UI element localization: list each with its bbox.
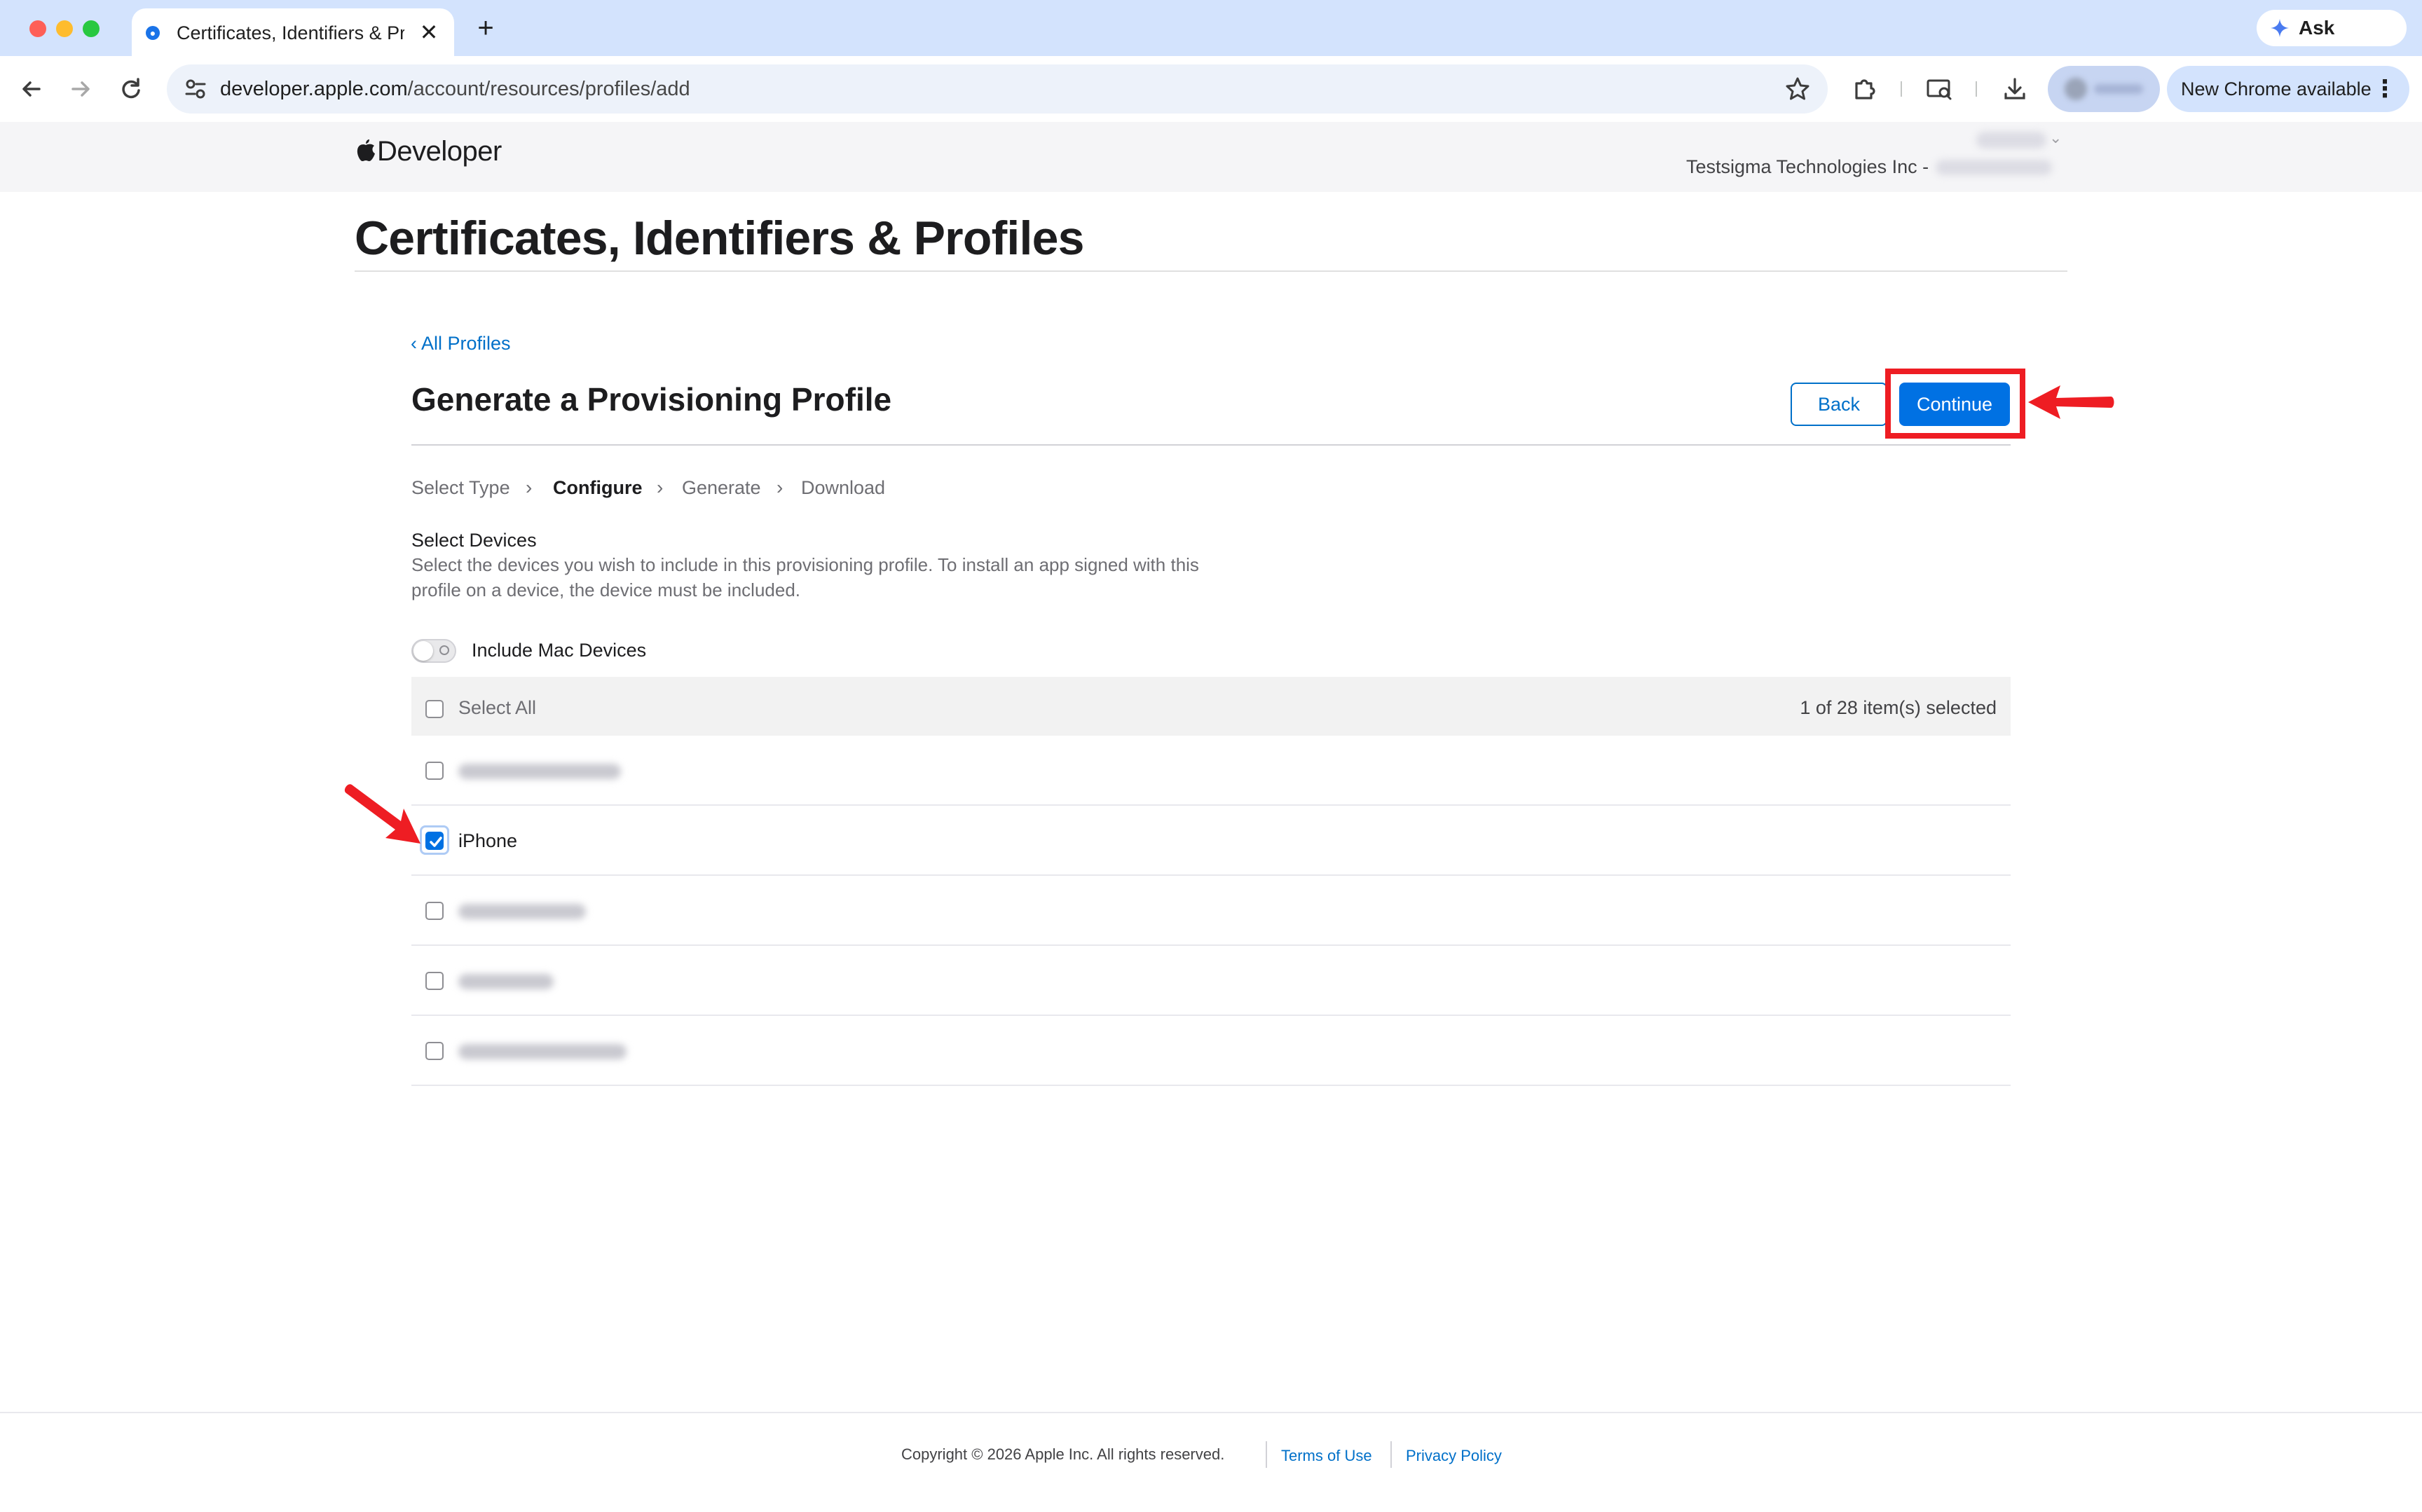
- developer-header: Developer ⌄ Testsigma Technologies Inc -: [0, 122, 2422, 192]
- select-devices-description: Select the devices you wish to include i…: [411, 554, 1199, 600]
- url-host: developer.apple.com: [220, 78, 408, 100]
- section-title: Generate a Provisioning Profile: [411, 381, 892, 418]
- annotation-arrow-down-right-icon: [344, 784, 420, 844]
- profile-button[interactable]: [2048, 66, 2160, 112]
- device-checkbox[interactable]: [425, 762, 444, 780]
- gemini-sparkle-icon: [2271, 19, 2289, 37]
- site-info-icon[interactable]: [181, 74, 210, 104]
- chevron-right-icon: ›: [776, 476, 784, 498]
- select-devices-heading: Select Devices: [411, 530, 537, 551]
- team-name: Testsigma Technologies Inc -: [1686, 156, 1929, 177]
- chevron-down-icon[interactable]: ⌄: [2049, 129, 2062, 147]
- device-name-redacted: [458, 974, 554, 989]
- account-name-redacted[interactable]: [1976, 132, 2046, 149]
- device-name-redacted: [458, 764, 621, 779]
- device-row[interactable]: [411, 876, 2011, 946]
- all-profiles-link[interactable]: ‹ All Profiles: [411, 332, 511, 355]
- browser-tab-bar: ● Certificates, Identifiers & Profiles ✕…: [0, 0, 2422, 75]
- include-mac-devices-label: Include Mac Devices: [472, 640, 647, 661]
- divider: [355, 270, 2067, 272]
- divider: [411, 444, 2011, 446]
- footer: Copyright © 2026 Apple Inc. All rights r…: [0, 1413, 2422, 1512]
- device-checkbox[interactable]: [425, 972, 444, 990]
- back-arrow-icon[interactable]: [15, 73, 48, 105]
- address-bar[interactable]: developer.apple.com/account/resources/pr…: [167, 64, 1828, 114]
- select-all-checkbox[interactable]: [425, 700, 444, 718]
- chrome-menu-icon[interactable]: ⋮: [2373, 66, 2397, 112]
- profile-name-redacted: [2094, 84, 2143, 94]
- device-checkbox[interactable]: [425, 902, 444, 920]
- apple-logo-icon: [357, 139, 375, 161]
- device-name: iPhone: [458, 830, 518, 851]
- include-mac-devices-toggle[interactable]: [411, 639, 456, 663]
- window-minimize-button[interactable]: [56, 20, 73, 37]
- toggle-knob: [413, 641, 433, 661]
- url-text[interactable]: developer.apple.com/account/resources/pr…: [220, 77, 690, 101]
- annotation-highlight-box: [1885, 369, 2025, 439]
- chevron-right-icon: ›: [526, 476, 533, 498]
- tab-title: Certificates, Identifiers & Profiles: [177, 22, 404, 43]
- device-checkbox[interactable]: [425, 1042, 444, 1060]
- forward-arrow-icon[interactable]: [64, 73, 97, 105]
- apple-favicon-icon: ●: [146, 26, 160, 40]
- team-id-redacted: [1936, 160, 2052, 175]
- divider: [1962, 73, 1995, 105]
- selection-count: 1 of 28 item(s) selected: [1800, 697, 1997, 718]
- new-chrome-label: New Chrome available: [2181, 78, 2372, 99]
- divider: [1390, 1441, 1392, 1468]
- device-row-iphone[interactable]: iPhone: [411, 806, 2011, 876]
- step-configure: Configure: [553, 477, 643, 498]
- divider: [1266, 1441, 1267, 1468]
- browser-tab[interactable]: ● Certificates, Identifiers & Profiles ✕: [132, 8, 454, 56]
- avatar: [2065, 78, 2087, 100]
- window-close-button[interactable]: [29, 20, 46, 37]
- device-table-header: Select All 1 of 28 item(s) selected: [411, 677, 2011, 736]
- device-row[interactable]: [411, 1016, 2011, 1086]
- privacy-policy-link[interactable]: Privacy Policy: [1406, 1445, 1502, 1466]
- page-title: Certificates, Identifiers & Profiles: [355, 212, 1084, 265]
- extensions-puzzle-icon[interactable]: [1849, 73, 1881, 105]
- device-row[interactable]: [411, 946, 2011, 1016]
- copyright-text: Copyright © 2026 Apple Inc. All rights r…: [901, 1445, 1225, 1463]
- new-chrome-available-button[interactable]: New Chrome available ⋮: [2167, 66, 2409, 112]
- brand-name: Developer: [377, 136, 502, 167]
- download-icon[interactable]: [1999, 73, 2031, 105]
- device-row[interactable]: [411, 736, 2011, 806]
- bookmark-star-icon[interactable]: [1783, 74, 1812, 104]
- url-path: /account/resources/profiles/add: [407, 78, 690, 100]
- tab-close-icon[interactable]: ✕: [415, 18, 443, 46]
- select-all-label[interactable]: Select All: [458, 696, 536, 719]
- device-name-redacted: [458, 1044, 627, 1059]
- step-select-type: Select Type: [411, 477, 510, 498]
- tab-search-icon[interactable]: [1923, 73, 1955, 105]
- back-button[interactable]: Back: [1791, 383, 1887, 426]
- toggle-off-icon: [439, 645, 449, 655]
- annotation-arrow-left-icon: [2028, 385, 2114, 419]
- ask-gemini-button[interactable]: Ask Gemini: [2257, 10, 2407, 75]
- window-zoom-button[interactable]: [83, 20, 100, 37]
- chevron-right-icon: ›: [657, 476, 664, 498]
- reload-icon[interactable]: [115, 73, 147, 105]
- terms-of-use-link[interactable]: Terms of Use: [1281, 1445, 1372, 1466]
- device-name-redacted: [458, 904, 586, 919]
- new-tab-button[interactable]: +: [470, 13, 502, 45]
- device-checkbox-checked[interactable]: [425, 832, 444, 850]
- browser-toolbar: developer.apple.com/account/resources/pr…: [0, 56, 2422, 122]
- step-generate: Generate: [682, 477, 761, 498]
- checkmark-icon: [430, 837, 442, 847]
- step-download: Download: [801, 477, 886, 498]
